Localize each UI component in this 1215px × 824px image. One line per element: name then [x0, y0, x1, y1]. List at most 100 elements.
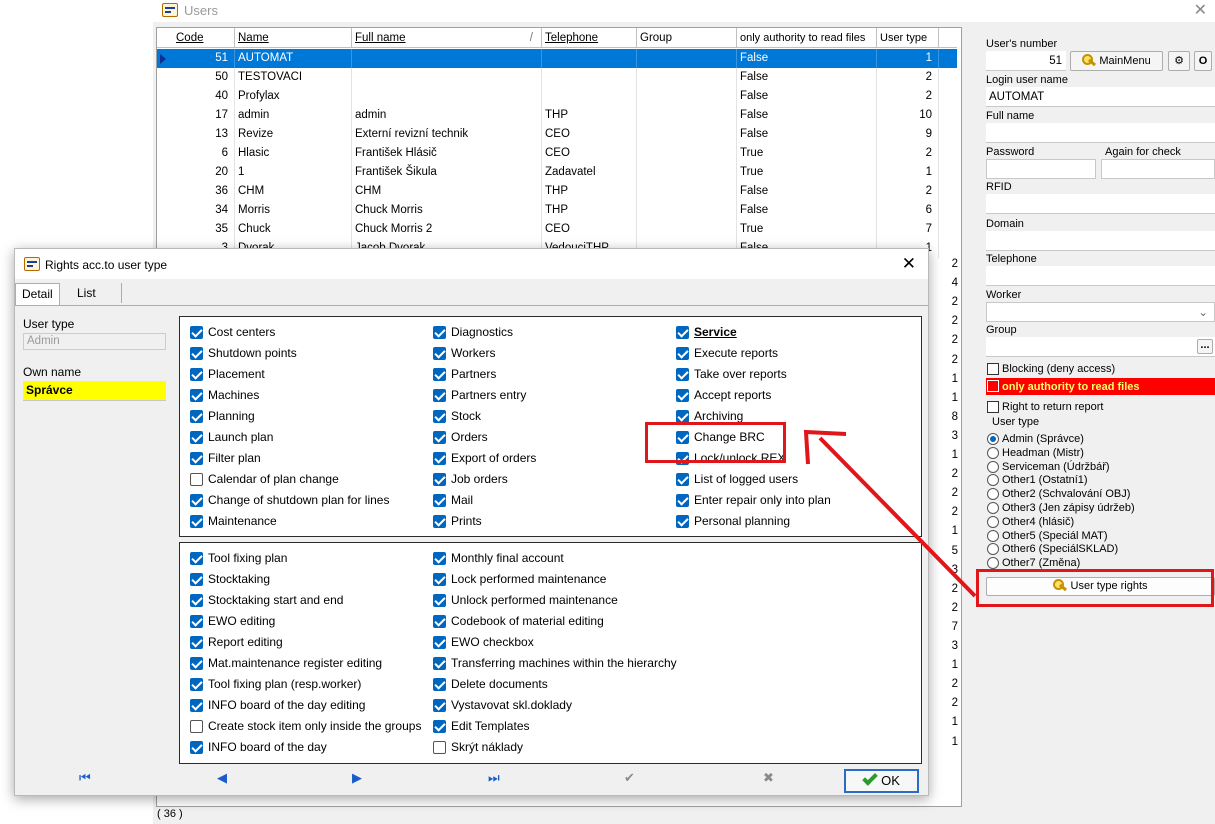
checkbox[interactable]: [433, 741, 446, 754]
last-record-button[interactable]: ⏭: [488, 770, 500, 786]
blocking-checkbox[interactable]: [987, 363, 999, 375]
again-password-field[interactable]: [1101, 159, 1215, 179]
login-field[interactable]: AUTOMAT: [986, 87, 1215, 107]
checkbox[interactable]: [433, 431, 446, 444]
checkbox[interactable]: [676, 473, 689, 486]
first-record-button[interactable]: ⏮: [79, 770, 91, 786]
users-number-field[interactable]: 51: [986, 51, 1066, 71]
next-record-button[interactable]: ▶: [352, 770, 362, 786]
telephone-field[interactable]: [986, 266, 1215, 286]
user-type-radio[interactable]: [987, 474, 999, 487]
checkbox[interactable]: [676, 368, 689, 381]
checkbox[interactable]: [190, 368, 203, 381]
table-row[interactable]: 6 Hlasic František Hlásič CEO True 2: [157, 144, 957, 163]
ok-button[interactable]: OK: [844, 769, 919, 793]
checkbox[interactable]: [190, 515, 203, 528]
checkbox[interactable]: [190, 552, 203, 565]
own-name-field[interactable]: Správce: [23, 381, 166, 401]
group-field[interactable]: ...: [986, 337, 1215, 357]
checkbox[interactable]: [433, 473, 446, 486]
checkbox[interactable]: [190, 410, 203, 423]
worker-select[interactable]: ⌄: [986, 302, 1215, 322]
cancel-record-button[interactable]: ✖: [763, 770, 774, 786]
password-field[interactable]: [986, 159, 1096, 179]
col-read-only[interactable]: only authority to read files: [737, 28, 877, 48]
checkbox[interactable]: [433, 515, 446, 528]
table-row[interactable]: 50 TESTOVACI False 2: [157, 68, 957, 87]
col-name[interactable]: Name: [235, 28, 352, 48]
table-row[interactable]: 51 AUTOMAT False 1: [157, 49, 957, 68]
col-code[interactable]: Code: [173, 28, 235, 48]
user-type-radio[interactable]: [987, 543, 999, 556]
checkbox[interactable]: [190, 347, 203, 360]
close-icon[interactable]: ✕: [1194, 0, 1207, 20]
close-icon[interactable]: ✕: [902, 254, 916, 274]
checkbox[interactable]: [676, 347, 689, 360]
user-type-radio[interactable]: [987, 529, 999, 542]
checkbox[interactable]: [190, 699, 203, 712]
confirm-record-button[interactable]: ✔: [624, 770, 635, 786]
checkbox[interactable]: [433, 678, 446, 691]
checkbox[interactable]: [433, 389, 446, 402]
group-browse-button[interactable]: ...: [1197, 339, 1213, 354]
checkbox[interactable]: [190, 594, 203, 607]
checkbox[interactable]: [433, 347, 446, 360]
checkbox[interactable]: [676, 326, 689, 339]
checkbox[interactable]: [433, 410, 446, 423]
table-row[interactable]: 40 Profylax False 2: [157, 87, 957, 106]
table-row[interactable]: 35 Chuck Chuck Morris 2 CEO True 7: [157, 220, 957, 239]
checkbox[interactable]: [190, 615, 203, 628]
return-report-checkbox[interactable]: [987, 401, 999, 413]
domain-field[interactable]: [986, 231, 1215, 251]
col-telephone[interactable]: Telephone: [542, 28, 637, 48]
checkbox[interactable]: [190, 741, 203, 754]
checkbox[interactable]: [433, 699, 446, 712]
user-type-radio[interactable]: [987, 433, 999, 445]
checkbox[interactable]: [190, 494, 203, 507]
checkbox[interactable]: [190, 720, 203, 733]
tab-list[interactable]: List: [71, 283, 102, 305]
user-type-radio[interactable]: [987, 460, 999, 473]
checkbox[interactable]: [433, 573, 446, 586]
checkbox[interactable]: [190, 678, 203, 691]
fullname-field[interactable]: [986, 123, 1215, 143]
checkbox[interactable]: [676, 494, 689, 507]
checkbox[interactable]: [433, 657, 446, 670]
table-row[interactable]: 17 admin admin THP False 10: [157, 106, 957, 125]
checkbox[interactable]: [190, 636, 203, 649]
mainmenu-button[interactable]: MainMenu: [1070, 51, 1163, 71]
table-row[interactable]: 34 Morris Chuck Morris THP False 6: [157, 201, 957, 220]
o-button[interactable]: O: [1194, 51, 1212, 71]
user-type-radio[interactable]: [987, 446, 999, 459]
checkbox[interactable]: [190, 389, 203, 402]
col-user-type[interactable]: User type: [877, 28, 939, 48]
checkbox[interactable]: [433, 452, 446, 465]
tab-detail[interactable]: Detail: [15, 283, 60, 305]
checkbox[interactable]: [433, 494, 446, 507]
checkbox[interactable]: [190, 657, 203, 670]
checkbox[interactable]: [190, 573, 203, 586]
checkbox[interactable]: [433, 594, 446, 607]
checkbox[interactable]: [676, 515, 689, 528]
user-type-radio[interactable]: [987, 502, 999, 514]
checkbox[interactable]: [433, 636, 446, 649]
table-row[interactable]: 36 CHM CHM THP False 2: [157, 182, 957, 201]
checkbox[interactable]: [433, 720, 446, 733]
checkbox[interactable]: [433, 615, 446, 628]
checkbox[interactable]: [190, 473, 203, 486]
col-group[interactable]: Group: [637, 28, 737, 48]
checkbox[interactable]: [190, 452, 203, 465]
previous-record-button[interactable]: ◀: [217, 770, 227, 786]
user-type-radio[interactable]: [987, 488, 999, 501]
table-row[interactable]: 20 1 František Šikula Zadavatel True 1: [157, 163, 957, 182]
table-row[interactable]: 13 Revize Externí revizní technik CEO False 9: [157, 125, 957, 144]
read-only-checkbox[interactable]: [987, 380, 999, 392]
checkbox[interactable]: [676, 389, 689, 402]
user-type-radio[interactable]: [987, 515, 999, 528]
checkbox[interactable]: [433, 552, 446, 565]
checkbox[interactable]: [433, 368, 446, 381]
rfid-field[interactable]: [986, 194, 1215, 214]
checkbox[interactable]: [190, 431, 203, 444]
checkbox[interactable]: [433, 326, 446, 339]
col-full-name[interactable]: Full name /: [352, 28, 542, 48]
